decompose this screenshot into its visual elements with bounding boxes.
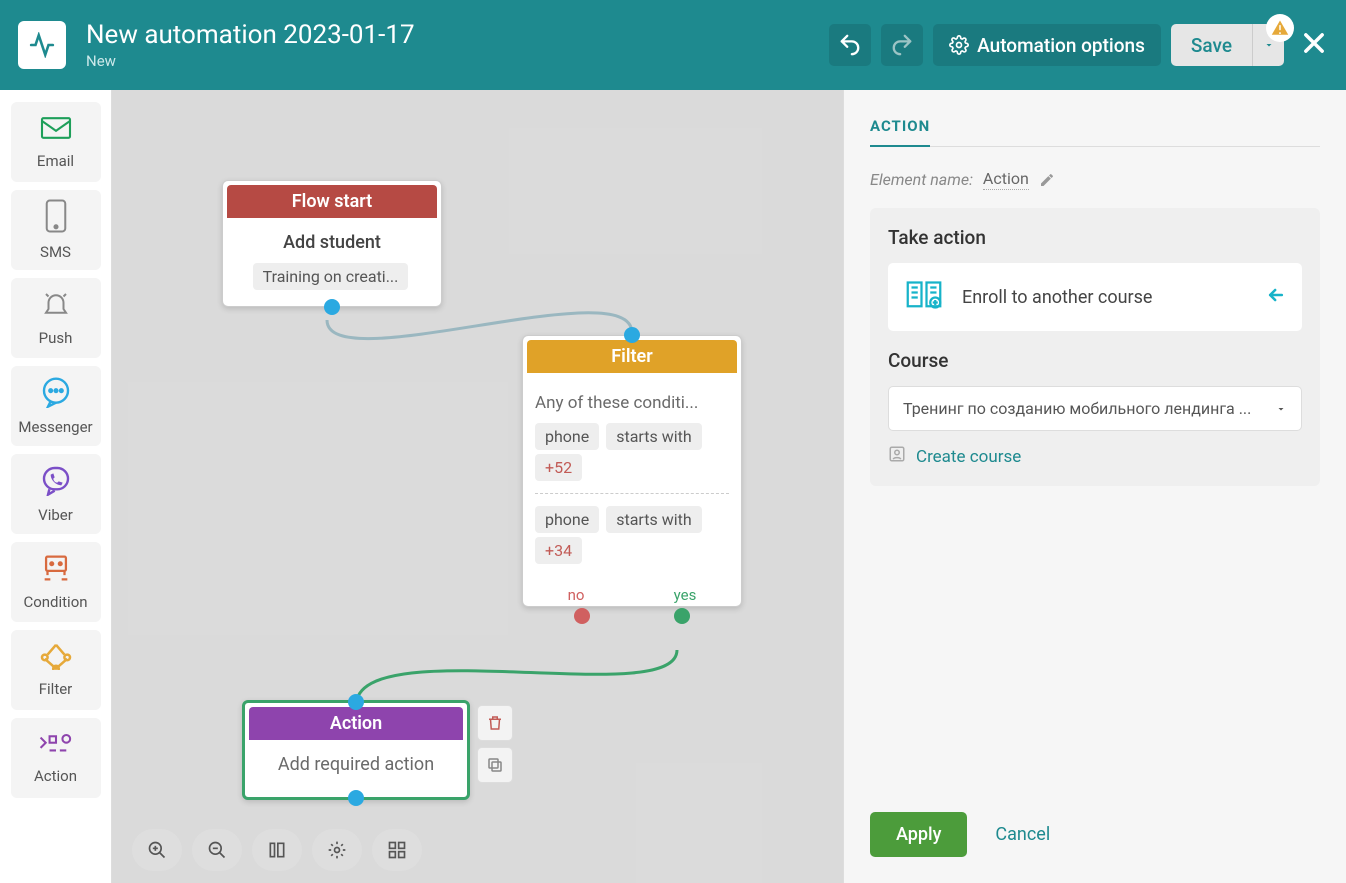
node-filter[interactable]: Filter Any of these conditi... phone sta… xyxy=(522,335,742,607)
element-name-row[interactable]: Element name: Action xyxy=(870,169,1320,190)
panel-title: ACTION xyxy=(870,117,930,147)
create-course-link[interactable]: Create course xyxy=(888,445,1302,468)
message-icon xyxy=(40,376,72,412)
filter-icon xyxy=(39,642,73,674)
node-flow-start-header: Flow start xyxy=(227,185,437,218)
toolbar-item-sms[interactable]: SMS xyxy=(11,190,101,270)
toolbar-item-viber[interactable]: Viber xyxy=(11,454,101,534)
phone-icon xyxy=(45,199,67,237)
toolbar-label: Action xyxy=(34,767,77,785)
toolbar-label: Email xyxy=(37,152,74,170)
toolbar-label: SMS xyxy=(40,243,71,261)
filter-value: +52 xyxy=(535,454,582,481)
node-flow-start-tag: Training on creati... xyxy=(253,263,409,290)
toolbar-label: Messenger xyxy=(18,418,92,436)
close-button[interactable] xyxy=(1300,29,1328,61)
connection-dot[interactable] xyxy=(348,790,364,806)
node-flow-start-subtitle: Add student xyxy=(235,232,429,253)
zoom-out-button[interactable] xyxy=(192,829,242,871)
course-select[interactable]: Тренинг по созданию мобильного лендинга … xyxy=(888,386,1302,431)
redo-button[interactable] xyxy=(881,24,923,66)
node-action-subtitle: Add required action xyxy=(257,754,455,775)
toolbar-item-messenger[interactable]: Messenger xyxy=(11,366,101,446)
take-action-label: Take action xyxy=(888,226,1302,249)
connection-dot-no[interactable] xyxy=(574,608,590,624)
connection-dot[interactable] xyxy=(324,299,340,315)
header-titles: New automation 2023-01-17 New xyxy=(86,20,415,70)
canvas-settings-button[interactable] xyxy=(312,829,362,871)
filter-field: phone xyxy=(535,506,599,533)
automation-options-label: Automation options xyxy=(977,34,1145,57)
toolbar-label: Condition xyxy=(23,593,87,611)
toolbar-label: Filter xyxy=(39,680,73,698)
plus-user-icon xyxy=(888,445,906,468)
automation-options-button[interactable]: Automation options xyxy=(933,24,1161,66)
node-filter-header: Filter xyxy=(527,340,737,373)
enroll-course-icon xyxy=(904,277,944,317)
branch-no-label: no xyxy=(568,586,585,604)
create-course-label: Create course xyxy=(916,447,1021,467)
action-config-card: Take action Enroll to another course Cou… xyxy=(870,208,1320,486)
automation-app-icon xyxy=(18,21,66,69)
automation-status: New xyxy=(86,52,415,70)
zoom-in-button[interactable] xyxy=(132,829,182,871)
toolbar-item-condition[interactable]: Condition xyxy=(11,542,101,622)
header-bar: New automation 2023-01-17 New Automation… xyxy=(0,0,1346,90)
toolbar-item-action[interactable]: Action xyxy=(11,718,101,798)
envelope-icon xyxy=(39,114,73,146)
flow-canvas[interactable]: Flow start Add student Training on creat… xyxy=(112,90,843,883)
course-label: Course xyxy=(888,349,1302,372)
filter-value: +34 xyxy=(535,537,582,564)
element-toolbar: Email SMS Push Messenger Viber Condition… xyxy=(0,90,112,883)
toolbar-item-push[interactable]: Push xyxy=(11,278,101,358)
node-flow-start[interactable]: Flow start Add student Training on creat… xyxy=(222,180,442,307)
edit-icon[interactable] xyxy=(1039,172,1055,188)
condition-icon xyxy=(39,553,73,587)
toolbar-label: Viber xyxy=(38,506,73,524)
course-select-value: Тренинг по созданию мобильного лендинга … xyxy=(903,399,1265,418)
fit-view-button[interactable] xyxy=(252,829,302,871)
toolbar-label: Push xyxy=(39,329,73,347)
node-action-header: Action xyxy=(249,707,463,740)
element-name-value: Action xyxy=(983,169,1029,190)
save-dropdown-button[interactable] xyxy=(1252,24,1284,66)
caret-down-icon xyxy=(1275,403,1287,415)
node-action[interactable]: Action Add required action xyxy=(242,700,470,800)
viber-icon xyxy=(40,464,72,500)
filter-op: starts with xyxy=(606,423,701,450)
filter-field: phone xyxy=(535,423,599,450)
connection-dot[interactable] xyxy=(624,327,640,343)
canvas-grid-button[interactable] xyxy=(372,829,422,871)
bell-icon xyxy=(41,289,71,323)
arrow-left-icon xyxy=(1266,285,1286,309)
element-name-label: Element name: xyxy=(870,170,973,189)
action-type-label: Enroll to another course xyxy=(962,287,1248,308)
toolbar-item-filter[interactable]: Filter xyxy=(11,630,101,710)
duplicate-node-button[interactable] xyxy=(477,747,513,783)
connection-dot[interactable] xyxy=(348,694,364,710)
automation-title: New automation 2023-01-17 xyxy=(86,20,415,50)
toolbar-item-email[interactable]: Email xyxy=(11,102,101,182)
undo-button[interactable] xyxy=(829,24,871,66)
apply-button[interactable]: Apply xyxy=(870,812,967,857)
filter-condition-mode: Any of these conditi... xyxy=(535,393,729,413)
connection-dot-yes[interactable] xyxy=(674,608,690,624)
action-config-panel: ACTION Element name: Action Take action … xyxy=(843,90,1346,883)
action-type-select[interactable]: Enroll to another course xyxy=(888,263,1302,331)
branch-yes-label: yes xyxy=(674,586,697,604)
delete-node-button[interactable] xyxy=(477,705,513,741)
cancel-button[interactable]: Cancel xyxy=(995,824,1050,845)
warning-badge-icon xyxy=(1266,14,1294,42)
action-icon xyxy=(38,731,74,761)
save-button[interactable]: Save xyxy=(1171,24,1252,66)
filter-op: starts with xyxy=(606,506,701,533)
